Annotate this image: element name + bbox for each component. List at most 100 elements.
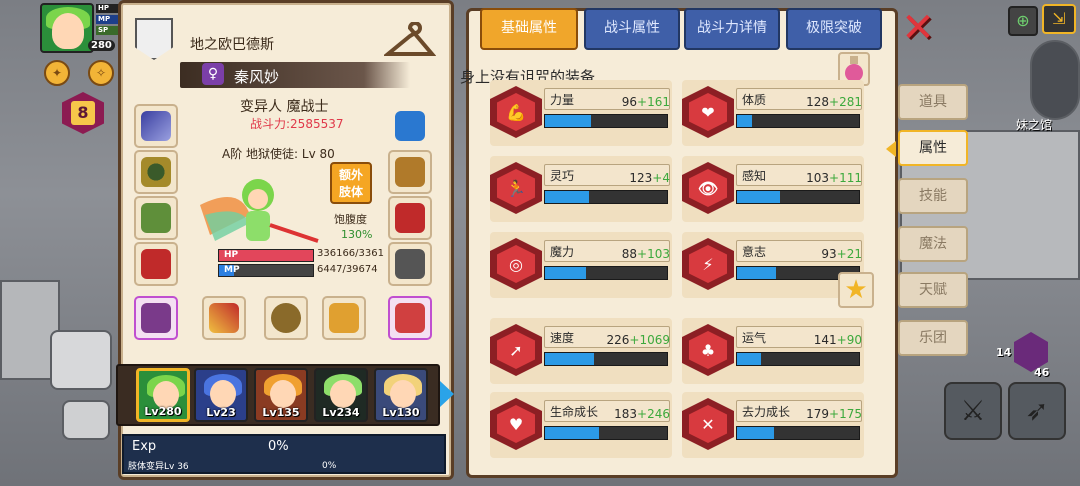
side-tab-2[interactable]: 属性 [898,130,968,166]
hud-mp-label: MP [98,15,111,23]
tab-basic-attributes[interactable]: 基础属性 [480,8,578,50]
stat-glyph: 🏃 [497,169,535,207]
stat-name: 意志 [742,245,767,259]
stat-bar [544,426,668,440]
hex-count: 46 [1034,366,1050,379]
stat-value: 88+103 [622,243,670,262]
stat-base: 128 [806,95,830,109]
equip-slot-shield[interactable] [264,296,308,340]
sword-action-button[interactable]: ⚔ [944,382,1002,440]
party-member-level: Lv23 [206,406,236,419]
bow-icon [329,303,359,333]
stat-bar [736,352,860,366]
stat-name: 体质 [742,93,767,107]
stat-bar [736,114,860,128]
bow-action-button[interactable]: ➶ [1008,382,1066,440]
party-member-3[interactable]: Lv135 [254,368,308,422]
stat-bonus: +246 [637,407,670,421]
party-next-arrow-icon[interactable] [440,381,454,407]
equip-slot-boots[interactable] [388,242,432,286]
globe-icon: ⊕ [1016,11,1030,30]
stat-base: 103 [806,171,830,185]
stat-bar [544,352,668,366]
stat-bar-fill [545,191,589,203]
buff-icon-2[interactable]: ✧ [88,60,114,86]
side-tab-4[interactable]: 魔法 [898,226,968,262]
world-map-button[interactable]: ⊕ [1008,6,1038,36]
stat-base: 96 [621,95,638,109]
limb-mutation-percent: 0% [322,461,337,471]
stat-bar [544,190,668,204]
side-tab-1[interactable]: 道具 [898,84,968,120]
satiety-label: 饱腹度 [334,213,367,226]
character-sprite [200,175,320,255]
side-tab-6[interactable]: 乐团 [898,320,968,356]
equip-slot-bag[interactable] [134,296,178,340]
tab-label: 战斗力详情 [697,20,767,36]
jar-count: 14 [996,346,1012,359]
stat-base: 88 [621,247,638,261]
stat-name: 速度 [550,331,575,345]
necklace-icon [141,157,171,187]
character-name: 秦风妙 [234,68,280,86]
stat-base: 141 [813,333,837,347]
extra-limb-button[interactable]: 额外肢体 [330,162,372,204]
equip-slot-cloak[interactable] [134,196,178,240]
side-tab-3[interactable]: 技能 [898,178,968,214]
stat-bar-fill [545,427,599,439]
player-avatar[interactable] [40,3,94,53]
wardrobe-hanger-button[interactable] [382,21,437,62]
character-rank: A阶 地狱使徒: Lv 80 [222,147,335,161]
party-member-5[interactable]: Lv130 [374,368,428,422]
stat-bar [736,190,860,204]
exit-button[interactable]: ⇲ [1042,4,1076,34]
buff-icon-1[interactable]: ✦ [44,60,70,86]
hud-hp-label: HP [98,4,109,12]
side-tab-5[interactable]: 天赋 [898,272,968,308]
stat-bonus: +103 [637,247,670,261]
close-button[interactable]: ✕ [900,8,936,48]
equip-slot-head[interactable] [388,104,432,148]
hud-sp-label: SP [98,26,109,34]
stat-glyph: ♣ [689,331,727,369]
equip-slot-armor[interactable] [388,150,432,194]
equip-slot-ammo[interactable] [388,296,432,340]
limb-mutation-label: 肢体变异Lv 36 [128,462,189,472]
stat-glyph: ◎ [497,245,535,283]
dpad-down[interactable] [62,400,110,440]
party-member-2[interactable]: Lv23 [194,368,248,422]
stat-bonus: +281 [829,95,862,109]
helmet-icon [395,111,425,141]
stat-bar-fill [545,115,592,127]
party-member-1[interactable]: Lv280 [136,368,190,422]
stat-bonus: +21 [836,247,862,261]
armor-icon [395,157,425,187]
stat-base: 226 [606,333,630,347]
equip-slot-amulet[interactable] [134,104,178,148]
tab-power-details[interactable]: 战斗力详情 [684,8,780,50]
dpad-left[interactable] [50,330,112,390]
sword-icon: ⚔ [960,394,986,427]
party-member-4[interactable]: Lv234 [314,368,368,422]
stat-value: 96+161 [622,91,670,110]
star-favorite-button[interactable]: ★ [838,272,874,308]
stat-name: 生命成长 [550,405,599,419]
equip-slot-gloves[interactable] [388,196,432,240]
ammo-icon [395,303,425,333]
boots-icon [395,249,425,279]
equip-slot-cape[interactable] [134,242,178,286]
stat-base: 179 [806,407,830,421]
tab-limit-break[interactable]: 极限突破 [786,8,882,50]
stat-bar-fill [545,353,594,365]
equip-slot-bow[interactable] [322,296,366,340]
equip-slot-necklace[interactable] [134,150,178,194]
stat-value: 183+246 [614,403,670,422]
female-gender-icon: ♀ [202,63,224,85]
tab-combat-attributes[interactable]: 战斗属性 [584,8,680,50]
stat-bar [544,266,668,280]
shield-icon [271,303,301,333]
equip-slot-weapon[interactable] [202,296,246,340]
stat-glyph: 💪 [497,93,535,131]
stat-value: 103+111 [806,167,862,186]
stat-name: 去力成长 [742,405,791,419]
